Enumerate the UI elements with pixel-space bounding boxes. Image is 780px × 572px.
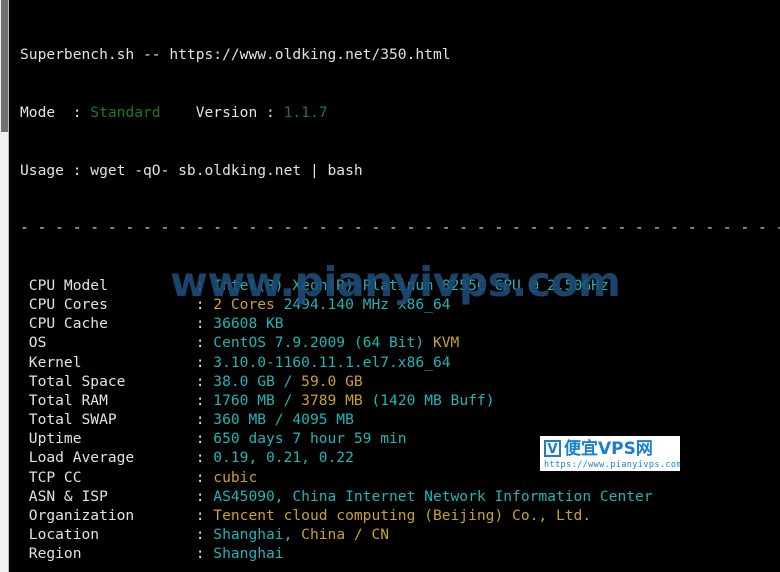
system-info-row: Total SWAP : 360 MB / 4095 MB: [20, 410, 780, 429]
system-info-row: Kernel : 3.10.0-1160.11.1.el7.x86_64: [20, 353, 780, 372]
system-info-row: Location : Shanghai, China / CN: [20, 525, 780, 544]
header-mode-version: Mode : Standard Version : 1.1.7: [20, 104, 328, 121]
header-title: Superbench.sh -- https://www.oldking.net…: [20, 46, 451, 64]
system-info-label: TCP CC :: [20, 468, 214, 486]
system-info-value: 0.19, 0.21, 0.22: [213, 449, 354, 467]
scrollbar-thumb[interactable]: [1, 0, 8, 132]
terminal-screen: Superbench.sh -- https://www.oldking.net…: [0, 0, 780, 572]
system-info-value: Tencent cloud computing (Beijing) Co., L…: [213, 507, 592, 525]
system-info-value: 3.10.0-1160.11.1.el7.x86_64: [213, 353, 451, 371]
system-info-label: CPU Cores :: [20, 295, 214, 313]
system-info-value: 1760 MB: [213, 391, 275, 409]
system-info-label: Region :: [20, 545, 214, 563]
system-info-value: Intel(R) Xeon(R) Platinum 8255C CPU @ 2.…: [213, 276, 609, 294]
v-mark-icon: V: [544, 440, 561, 457]
system-info-row: Total Space : 38.0 GB / 59.0 GB: [20, 372, 780, 391]
system-info-label: CPU Model :: [20, 276, 214, 294]
system-info-value: KVM: [432, 334, 460, 352]
system-info-row: Total RAM : 1760 MB / 3789 MB (1420 MB B…: [20, 391, 780, 410]
system-info-value: 360 MB / 4095 MB: [213, 411, 354, 429]
system-info-label: ASN & ISP :: [20, 487, 214, 505]
system-info-value: AS45090, China Internet Network Informat…: [213, 487, 653, 505]
system-info-value: 59.0 GB: [301, 372, 363, 390]
system-info-row: CPU Cores : 2 Cores 2494.140 MHz x86_64: [20, 295, 780, 314]
terminal-output: Superbench.sh -- https://www.oldking.net…: [10, 0, 780, 572]
system-info-value: 2 Cores: [213, 295, 275, 313]
pianyivps-logo-badge: V 便宜VPS网 https://www.pianyivps.com: [540, 436, 680, 471]
system-info-label: OS :: [20, 334, 214, 352]
system-info-label: Total RAM :: [20, 391, 214, 409]
system-info-label: Location :: [20, 526, 214, 544]
system-info-value: /: [274, 391, 302, 409]
system-info-row: CPU Model : Intel(R) Xeon(R) Platinum 82…: [20, 276, 780, 295]
system-info-block: CPU Model : Intel(R) Xeon(R) Platinum 82…: [20, 276, 780, 564]
system-info-label: Organization :: [20, 507, 214, 525]
system-info-label: Load Average :: [20, 449, 214, 467]
logo-row: V 便宜VPS网: [544, 438, 677, 459]
separator-1: - - - - - - - - - - - - - - - - - - - - …: [20, 219, 780, 237]
system-info-value: CentOS 7.9.2009 (64 Bit): [213, 334, 433, 352]
system-info-value: 3789 MB: [301, 391, 363, 409]
system-info-row: OS : CentOS 7.9.2009 (64 Bit) KVM: [20, 333, 780, 352]
logo-url: https://www.pianyivps.com: [544, 460, 680, 470]
system-info-value: 650 days 7 hour 59 min: [213, 430, 407, 448]
system-info-value: /: [274, 372, 302, 390]
system-info-value: 2494.140 MHz x86_64: [274, 295, 451, 313]
system-info-row: Region : Shanghai: [20, 544, 780, 563]
system-info-label: Uptime :: [20, 430, 214, 448]
logo-brand-name: 便宜VPS网: [564, 438, 653, 459]
system-info-value: Shanghai: [213, 545, 284, 563]
header-usage: Usage : wget -qO- sb.oldking.net | bash: [20, 161, 363, 179]
system-info-row: CPU Cache : 36608 KB: [20, 314, 780, 333]
system-info-value: ,: [283, 526, 302, 544]
system-info-value: 38.0 GB: [213, 372, 275, 390]
system-info-label: Kernel :: [20, 353, 214, 371]
system-info-value: (1420 MB Buff): [362, 391, 495, 409]
system-info-value: cubic: [213, 468, 258, 486]
system-info-value: Shanghai: [213, 526, 284, 544]
vertical-scrollbar[interactable]: [0, 0, 9, 572]
system-info-value: 36608 KB: [213, 315, 284, 333]
system-info-label: Total Space :: [20, 372, 214, 390]
system-info-row: Organization : Tencent cloud computing (…: [20, 506, 780, 525]
system-info-row: ASN & ISP : AS45090, China Internet Netw…: [20, 487, 780, 506]
system-info-label: Total SWAP :: [20, 411, 214, 429]
system-info-label: CPU Cache :: [20, 315, 214, 333]
system-info-value: China / CN: [301, 526, 390, 544]
